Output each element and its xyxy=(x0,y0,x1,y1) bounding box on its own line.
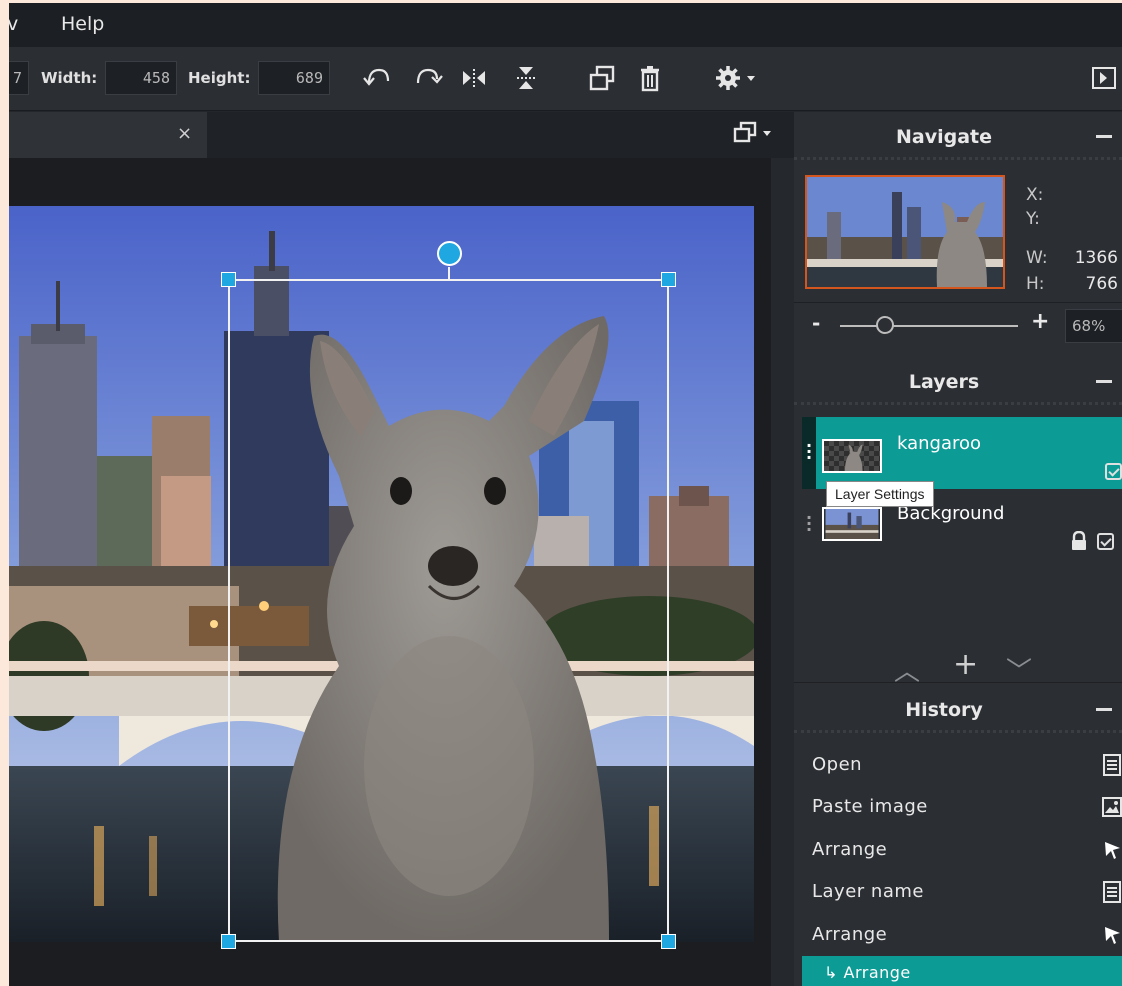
collapse-navigate-icon[interactable] xyxy=(1096,135,1112,138)
history-item-label: Layer name xyxy=(812,881,924,902)
zoom-controls: - + 68% xyxy=(794,302,1122,350)
layer-settings-icon[interactable]: · · · xyxy=(806,510,812,538)
navigate-w-label: W: xyxy=(1026,248,1048,268)
history-item[interactable]: Paste image xyxy=(812,786,1122,828)
zoom-slider-track[interactable] xyxy=(840,325,1018,327)
selection-box[interactable] xyxy=(228,279,669,942)
layer-controls: ︿ + ﹀ xyxy=(794,647,1122,687)
layer-settings-tooltip: Layer Settings xyxy=(826,481,934,507)
image-icon xyxy=(1102,796,1122,818)
height-label: Height: xyxy=(188,69,251,87)
layers-panel-header[interactable]: Layers xyxy=(794,357,1122,405)
rotation-stem xyxy=(448,267,450,280)
flip-horizontal-icon[interactable] xyxy=(457,61,491,95)
layer-name-kangaroo[interactable]: kangaroo xyxy=(897,433,981,454)
history-item[interactable]: Layer name xyxy=(812,871,1122,913)
resize-handle-top-right[interactable] xyxy=(661,272,676,287)
layers-title: Layers xyxy=(908,371,980,393)
width-input[interactable]: 458 xyxy=(105,61,177,95)
history-title: History xyxy=(905,699,983,721)
collapse-layers-icon[interactable] xyxy=(1096,380,1112,383)
history-item[interactable]: Arrange xyxy=(812,914,1122,956)
redo-icon[interactable] xyxy=(411,61,445,95)
height-input[interactable]: 689 xyxy=(258,61,330,95)
close-tab-icon[interactable]: × xyxy=(177,123,192,144)
x-position-input[interactable]: 7 xyxy=(9,61,29,95)
navigate-panel-header[interactable]: Navigate xyxy=(794,112,1122,160)
pointer-icon xyxy=(1102,839,1122,861)
zoom-slider-knob[interactable] xyxy=(875,316,894,334)
resize-handle-bottom-left[interactable] xyxy=(221,934,236,949)
history-item[interactable]: Arrange xyxy=(812,829,1122,871)
width-label: Width: xyxy=(41,69,98,87)
app-window: v Help 7 Width: 458 Height: 689 × Naviga… xyxy=(9,3,1122,986)
history-item[interactable]: Open xyxy=(812,744,1122,786)
layer-settings-icon[interactable]: · · · xyxy=(806,438,812,466)
menu-item-help[interactable]: Help xyxy=(61,13,104,35)
document-icon xyxy=(1102,754,1122,776)
history-item-label: Arrange xyxy=(812,839,888,860)
document-icon xyxy=(1102,881,1122,903)
menu-bar: v Help xyxy=(9,3,1122,47)
move-layer-up-icon[interactable]: ︿ xyxy=(894,651,920,688)
move-layer-down-icon[interactable]: ﹀ xyxy=(1006,651,1032,688)
window-mode-icon[interactable] xyxy=(731,118,781,152)
zoom-in-button[interactable]: + xyxy=(1031,309,1049,334)
collapse-history-icon[interactable] xyxy=(1096,708,1112,711)
layer-row-kangaroo[interactable]: · · · kangaroo xyxy=(802,417,1122,489)
canvas-area[interactable] xyxy=(9,158,771,986)
canvas-scrollbar[interactable] xyxy=(771,158,794,986)
navigate-x-label: X: xyxy=(1026,185,1044,205)
layer-visibility-checkbox[interactable] xyxy=(1105,463,1122,480)
delete-icon[interactable] xyxy=(633,61,667,95)
navigate-h-label: H: xyxy=(1026,274,1045,294)
navigate-w-value: 1366 xyxy=(1074,248,1118,268)
pointer-icon xyxy=(1102,924,1122,946)
history-item-label: Paste image xyxy=(812,796,928,817)
add-layer-icon[interactable]: + xyxy=(953,647,978,682)
zoom-level-input[interactable]: 68% xyxy=(1065,309,1122,343)
zoom-out-button[interactable]: - xyxy=(812,311,820,335)
menu-item-partial[interactable]: v xyxy=(9,13,18,35)
settings-icon[interactable] xyxy=(713,61,763,95)
rotation-handle[interactable] xyxy=(437,241,462,266)
toolbar: 7 Width: 458 Height: 689 xyxy=(9,47,1122,111)
navigate-y-label: Y: xyxy=(1026,209,1040,229)
layer-visibility-checkbox[interactable] xyxy=(1097,533,1114,550)
toggle-panel-icon[interactable] xyxy=(1089,61,1119,95)
history-panel-header[interactable]: History xyxy=(794,685,1122,733)
resize-handle-top-left[interactable] xyxy=(221,272,236,287)
history-item-active[interactable]: ↳ Arrange xyxy=(802,956,1122,986)
navigate-h-value: 766 xyxy=(1085,274,1118,294)
history-active-label: ↳ Arrange xyxy=(824,963,911,982)
layer-thumbnail xyxy=(822,507,882,541)
document-tab[interactable]: × xyxy=(9,112,207,158)
resize-handle-bottom-right[interactable] xyxy=(661,934,676,949)
navigate-title: Navigate xyxy=(895,126,992,148)
layer-thumbnail xyxy=(822,439,882,473)
document-tab-bar: × xyxy=(9,112,794,158)
duplicate-icon[interactable] xyxy=(585,61,619,95)
history-item-label: Open xyxy=(812,754,863,775)
flip-vertical-icon[interactable] xyxy=(509,61,543,95)
history-item-label: Arrange xyxy=(812,924,888,945)
right-panel: Navigate X: Y: W: 1366 H: 766 - + 68% La… xyxy=(794,112,1122,986)
undo-icon[interactable] xyxy=(361,61,395,95)
navigator-thumbnail[interactable] xyxy=(805,175,1005,289)
lock-icon[interactable] xyxy=(1070,530,1088,551)
